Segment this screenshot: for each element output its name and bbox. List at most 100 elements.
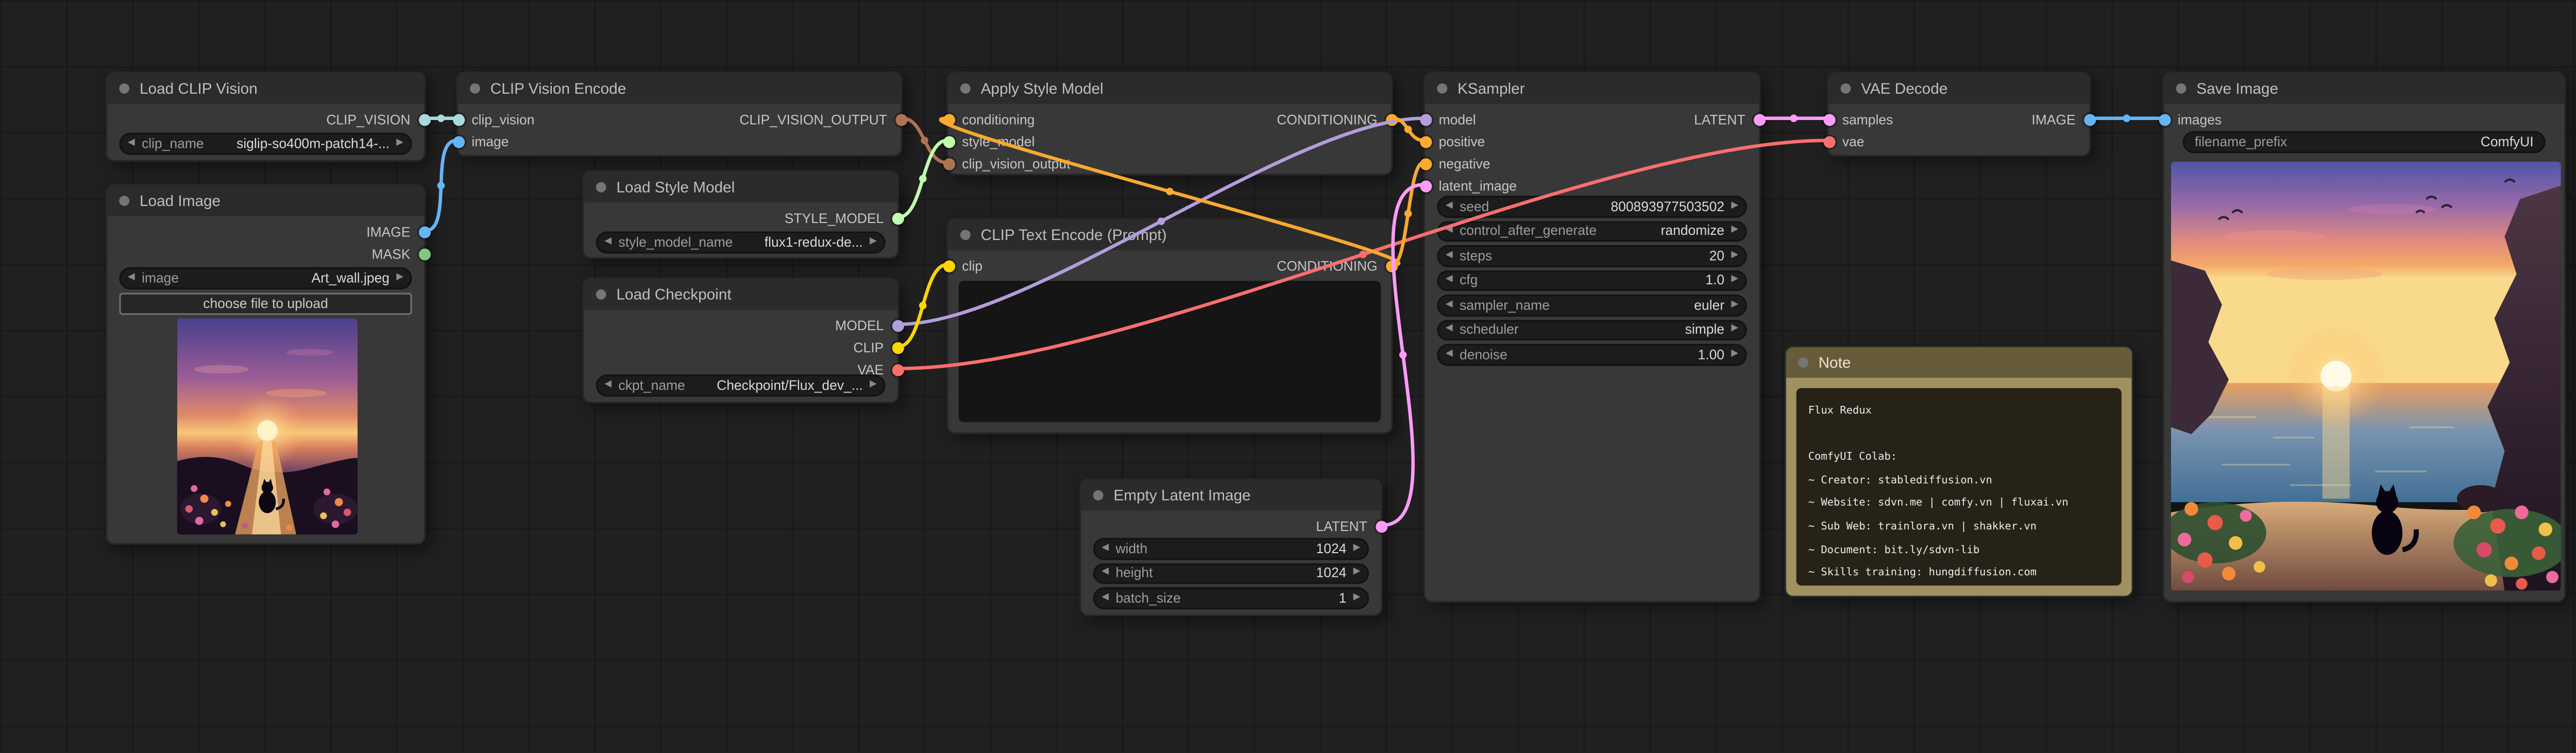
decrement-arrow-icon[interactable]: ◀ [1446, 300, 1453, 310]
sampler-name-widget[interactable]: ◀ sampler_name euler ▶ [1437, 295, 1747, 316]
node-title[interactable]: Load CLIP Vision [107, 73, 424, 104]
style-model-name-widget[interactable]: ◀ style_model_name flux1-redux-de... ▶ [596, 231, 886, 252]
collapse-dot-icon[interactable] [1092, 490, 1103, 501]
decrement-arrow-icon[interactable]: ◀ [1101, 593, 1109, 603]
increment-arrow-icon[interactable]: ▶ [1353, 569, 1361, 578]
collapse-dot-icon[interactable] [595, 182, 606, 193]
collapse-dot-icon[interactable] [959, 229, 970, 240]
node-load-clip-vision[interactable]: Load CLIP Vision CLIP_VISION ◀ clip_name… [106, 72, 426, 162]
widget-label: control_after_generate [1460, 224, 1597, 239]
decrement-arrow-icon[interactable]: ◀ [604, 237, 612, 247]
output-pin-style-model[interactable] [891, 213, 903, 225]
decrement-arrow-icon[interactable]: ◀ [1446, 251, 1453, 260]
widget-label: clip_name [142, 136, 204, 151]
collapse-dot-icon[interactable] [118, 195, 129, 206]
increment-arrow-icon[interactable]: ▶ [1731, 350, 1738, 359]
collapse-dot-icon[interactable] [2175, 83, 2186, 94]
node-title[interactable]: CLIP Text Encode (Prompt) [948, 219, 1391, 250]
node-empty-latent-image[interactable]: Empty Latent Image LATENT ◀ width 1024 ▶… [1079, 478, 1382, 617]
collapse-dot-icon[interactable] [1797, 357, 1808, 368]
decrement-arrow-icon[interactable]: ◀ [1446, 350, 1453, 359]
image-file-widget[interactable]: ◀ image Art_wall.jpeg ▶ [119, 267, 412, 288]
output-pin-image[interactable] [2083, 114, 2095, 126]
decrement-arrow-icon[interactable]: ◀ [1446, 227, 1453, 236]
decrement-arrow-icon[interactable]: ◀ [1101, 569, 1109, 578]
node-clip-vision-encode[interactable]: CLIP Vision Encode clip_vision image CLI… [456, 72, 903, 157]
output-pin-image[interactable] [418, 227, 430, 238]
decrement-arrow-icon[interactable]: ◀ [1101, 544, 1109, 553]
increment-arrow-icon[interactable]: ▶ [1353, 544, 1361, 553]
node-title[interactable]: Save Image [2164, 73, 2564, 104]
node-title[interactable]: VAE Decode [1828, 73, 2089, 104]
decrement-arrow-icon[interactable]: ◀ [1446, 325, 1453, 334]
node-ksampler[interactable]: KSampler model positive negative latent_… [1423, 72, 1760, 603]
output-pin-vae[interactable] [891, 364, 903, 376]
node-title[interactable]: Load Image [107, 185, 424, 216]
seed-widget[interactable]: ◀ seed 800893977503502 ▶ [1437, 196, 1747, 217]
node-clip-text-encode[interactable]: CLIP Text Encode (Prompt) clip CONDITION… [946, 218, 1393, 434]
node-note[interactable]: Note Flux Redux ComfyUI Colab: ~ Creator… [1784, 346, 2133, 597]
output-pin-clip-vision-output[interactable] [895, 114, 907, 126]
collapse-dot-icon[interactable] [595, 289, 606, 300]
steps-widget[interactable]: ◀ steps 20 ▶ [1437, 245, 1747, 266]
node-load-checkpoint[interactable]: Load Checkpoint MODEL CLIP VAE ◀ ckpt_na… [582, 278, 899, 404]
node-title[interactable]: Empty Latent Image [1081, 480, 1381, 510]
width-widget[interactable]: ◀ width 1024 ▶ [1093, 538, 1369, 559]
increment-arrow-icon[interactable]: ▶ [1731, 227, 1738, 236]
widget-label: batch_size [1115, 590, 1180, 606]
output-pin-model[interactable] [891, 320, 903, 332]
increment-arrow-icon[interactable]: ▶ [1731, 202, 1738, 211]
clip-name-widget[interactable]: ◀ clip_name siglip-so400m-patch14-... ▶ [119, 133, 412, 154]
increment-arrow-icon[interactable]: ▶ [870, 237, 877, 247]
node-vae-decode[interactable]: VAE Decode samples vae IMAGE [1827, 72, 2091, 157]
decrement-arrow-icon[interactable]: ◀ [1446, 202, 1453, 211]
ckpt-name-widget[interactable]: ◀ ckpt_name Checkpoint/Flux_dev_... ▶ [596, 374, 886, 396]
cfg-widget[interactable]: ◀ cfg 1.0 ▶ [1437, 270, 1747, 291]
collapse-dot-icon[interactable] [469, 83, 480, 94]
denoise-widget[interactable]: ◀ denoise 1.00 ▶ [1437, 344, 1747, 365]
increment-arrow-icon[interactable]: ▶ [1353, 593, 1361, 603]
decrement-arrow-icon[interactable]: ◀ [604, 381, 612, 390]
increment-arrow-icon[interactable]: ▶ [1731, 251, 1738, 260]
collapse-dot-icon[interactable] [118, 83, 129, 94]
collapse-dot-icon[interactable] [1840, 83, 1851, 94]
scheduler-widget[interactable]: ◀ scheduler simple ▶ [1437, 319, 1747, 340]
node-title[interactable]: KSampler [1425, 73, 1759, 104]
increment-arrow-icon[interactable]: ▶ [396, 273, 403, 282]
loaded-image-preview [177, 318, 358, 535]
output-pin-latent[interactable] [1753, 114, 1765, 126]
increment-arrow-icon[interactable]: ▶ [1731, 325, 1738, 334]
node-title[interactable]: Load Checkpoint [584, 279, 897, 310]
output-pin-conditioning[interactable] [1385, 261, 1397, 272]
control-after-generate-widget[interactable]: ◀ control_after_generate randomize ▶ [1437, 220, 1747, 242]
output-pin-latent[interactable] [1375, 521, 1387, 533]
node-load-style-model[interactable]: Load Style Model STYLE_MODEL ◀ style_mod… [582, 170, 899, 259]
node-title[interactable]: CLIP Vision Encode [458, 73, 901, 104]
node-title[interactable]: Note [1786, 347, 2132, 378]
node-apply-style-model[interactable]: Apply Style Model conditioning style_mod… [946, 72, 1393, 176]
node-title[interactable]: Load Style Model [584, 172, 897, 202]
filename-prefix-widget[interactable]: filename_prefix ComfyUI [2183, 131, 2546, 152]
collapse-dot-icon[interactable] [1436, 83, 1447, 94]
decrement-arrow-icon[interactable]: ◀ [128, 139, 135, 148]
output-pin-conditioning[interactable] [1385, 114, 1397, 126]
choose-file-button[interactable]: choose file to upload [119, 293, 412, 314]
increment-arrow-icon[interactable]: ▶ [1731, 300, 1738, 310]
output-pin-mask[interactable] [418, 249, 430, 261]
node-title[interactable]: Apply Style Model [948, 73, 1391, 104]
comfyui-canvas[interactable]: Load CLIP Vision CLIP_VISION ◀ clip_name… [0, 0, 2576, 753]
increment-arrow-icon[interactable]: ▶ [1731, 276, 1738, 285]
height-widget[interactable]: ◀ height 1024 ▶ [1093, 562, 1369, 584]
increment-arrow-icon[interactable]: ▶ [396, 139, 403, 148]
increment-arrow-icon[interactable]: ▶ [870, 381, 877, 390]
output-pin-clip[interactable] [891, 342, 903, 354]
decrement-arrow-icon[interactable]: ◀ [128, 273, 135, 282]
batch-size-widget[interactable]: ◀ batch_size 1 ▶ [1093, 587, 1369, 608]
node-load-image[interactable]: Load Image IMAGE MASK ◀ image Art_wall.j… [106, 184, 426, 545]
note-text-area[interactable]: Flux Redux ComfyUI Colab: ~ Creator: sta… [1797, 388, 2122, 586]
node-save-image[interactable]: Save Image images filename_prefix ComfyU… [2162, 72, 2566, 603]
collapse-dot-icon[interactable] [959, 83, 970, 94]
decrement-arrow-icon[interactable]: ◀ [1446, 276, 1453, 285]
output-pin-clip-vision[interactable] [418, 114, 430, 126]
prompt-textarea[interactable] [959, 281, 1381, 422]
